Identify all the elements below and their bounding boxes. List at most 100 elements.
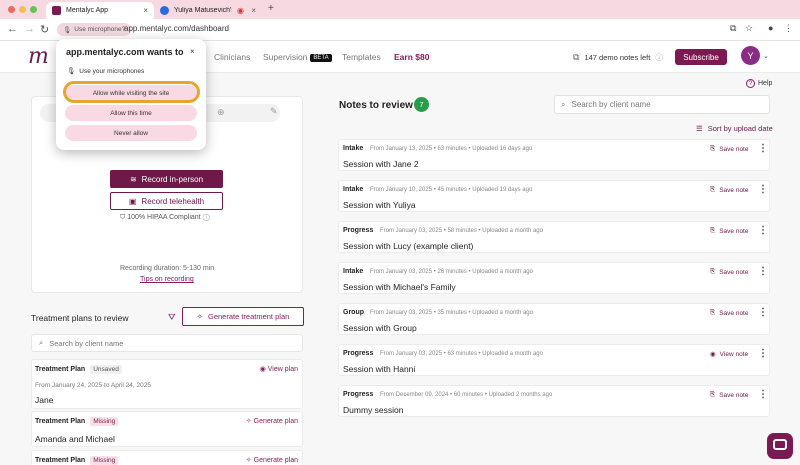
generate-plan-link[interactable]: ✧ Generate plan <box>246 456 298 464</box>
info-icon[interactable]: ⓘ <box>203 214 210 221</box>
mentalyc-favicon-icon <box>52 6 61 15</box>
filter-icon[interactable]: ⛛ <box>168 312 176 323</box>
add-icon[interactable]: ⊕ <box>217 107 225 118</box>
more-options-icon[interactable]: ⋮ <box>758 307 768 318</box>
generate-plan-link[interactable]: ✧ Generate plan <box>246 417 298 425</box>
note-meta: From January 03, 2025 • 63 minutes • Upl… <box>380 351 543 357</box>
save-note-button[interactable]: ⎘ Save note <box>710 186 748 194</box>
tab-title: Mentalyc App <box>66 7 109 14</box>
minimize-window-icon[interactable] <box>19 6 26 13</box>
more-options-icon[interactable]: ⋮ <box>758 389 768 400</box>
sort-dropdown[interactable]: ☰ Sort by upload date <box>696 124 773 133</box>
treatment-plan-search-input[interactable]: ⌕ Search by client name <box>31 334 303 352</box>
more-options-icon[interactable]: ⋮ <box>758 266 768 277</box>
microphone-icon: 🎙 <box>67 68 76 75</box>
note-row[interactable]: Intake From January 13, 2025 • 63 minute… <box>338 139 770 171</box>
more-options-icon[interactable]: ⋮ <box>758 225 768 236</box>
view-note-button[interactable]: ◉ View note <box>710 350 749 359</box>
nav-earn[interactable]: Earn $80 <box>394 52 429 62</box>
note-row[interactable]: Group From January 03, 2025 • 35 minutes… <box>338 303 770 335</box>
back-icon[interactable]: ← <box>7 23 18 35</box>
tab-zoom[interactable]: Yuliya Matusevich's Zoom ◉ × <box>154 2 262 19</box>
hipaa-note: ⛉ 100% HIPAA Compliant ⓘ <box>120 214 210 222</box>
view-plan-link[interactable]: ◉ View plan <box>260 365 298 373</box>
never-allow-button[interactable]: Never allow <box>65 125 197 141</box>
save-note-button[interactable]: ⎘ Save note <box>710 227 748 235</box>
note-action-label: View note <box>719 350 749 358</box>
new-tab-button[interactable]: + <box>268 3 274 14</box>
note-type: Intake <box>343 186 364 193</box>
note-row[interactable]: Intake From January 03, 2025 • 26 minute… <box>338 262 770 294</box>
profile-icon[interactable]: ● <box>768 23 773 33</box>
tips-link[interactable]: Tips on recording <box>140 276 194 283</box>
note-row[interactable]: Intake From January 10, 2025 • 45 minute… <box>338 180 770 212</box>
treatment-plan-label: Treatment Plan <box>35 366 86 373</box>
close-tab-icon[interactable]: × <box>251 6 256 15</box>
browser-menu-icon[interactable]: ⋮ <box>784 23 793 34</box>
generate-plan-label: Generate plan <box>253 457 298 464</box>
note-row[interactable]: Progress From January 03, 2025 • 58 minu… <box>338 221 770 253</box>
close-tab-icon[interactable]: × <box>143 6 148 15</box>
save-note-button[interactable]: ⎘ Save note <box>710 391 748 399</box>
save-note-button[interactable]: ⎘ Save note <box>710 309 748 317</box>
help-icon: ? <box>746 79 755 88</box>
allow-this-time-button[interactable]: Allow this time <box>65 105 197 121</box>
note-meta: From January 13, 2025 • 63 minutes • Upl… <box>370 146 533 152</box>
notes-count-badge: 7 <box>414 97 429 112</box>
url-field[interactable]: app.mentalyc.com/dashboard <box>124 24 229 33</box>
note-type: Progress <box>343 391 374 398</box>
treatment-plan-card[interactable]: Treatment Plan Missing ✧ Generate plan <box>31 450 303 465</box>
zoom-favicon-icon <box>160 6 169 15</box>
mentalyc-logo[interactable]: m <box>28 44 49 69</box>
save-note-button[interactable]: ⎘ Save note <box>710 268 748 276</box>
note-meta: From January 03, 2025 • 35 minutes • Upl… <box>370 310 533 316</box>
avatar[interactable]: Y <box>741 46 760 65</box>
eye-icon: ◉ <box>259 366 266 373</box>
generate-plan-label: Generate plan <box>253 418 298 425</box>
more-options-icon[interactable]: ⋮ <box>758 143 768 154</box>
generate-treatment-plan-button[interactable]: ✧ Generate treatment plan <box>182 307 304 326</box>
tab-mentalyc[interactable]: Mentalyc App × <box>46 2 154 19</box>
reload-icon[interactable]: ↻ <box>40 23 49 36</box>
note-title: Dummy session <box>343 405 404 415</box>
close-popup-button[interactable]: × <box>190 47 195 56</box>
note-type: Intake <box>343 268 364 275</box>
client-name: Jane <box>35 395 54 405</box>
record-telehealth-button[interactable]: ▣ Record telehealth <box>110 192 223 210</box>
treatment-plan-card[interactable]: Treatment Plan Unsaved ◉ View plan From … <box>31 359 303 409</box>
subscribe-button[interactable]: Subscribe <box>675 49 727 65</box>
treatment-plan-card[interactable]: Treatment Plan Missing ✧ Generate plan A… <box>31 411 303 447</box>
info-icon[interactable]: ⓘ <box>655 52 663 63</box>
more-options-icon[interactable]: ⋮ <box>758 184 768 195</box>
install-app-icon[interactable]: ⧉ <box>730 23 736 34</box>
note-action-label: Save note <box>719 186 749 194</box>
note-meta: From January 03, 2025 • 26 minutes • Upl… <box>370 269 533 275</box>
treatment-plan-label: Treatment Plan <box>35 418 86 425</box>
note-title: Session with Group <box>343 323 417 333</box>
maximize-window-icon[interactable] <box>30 6 37 13</box>
popup-request: 🎙 Use your microphones <box>67 67 144 76</box>
treatment-plan-dates: From January 24, 2025 to April 24, 2025 <box>35 382 151 389</box>
close-window-icon[interactable] <box>8 6 15 13</box>
nav-clinicians[interactable]: Clinicians <box>214 52 250 62</box>
note-row[interactable]: Progress From January 03, 2025 • 63 minu… <box>338 344 770 376</box>
microphone-permission-chip[interactable]: 🎙 Use microphone? <box>57 23 132 36</box>
record-in-person-button[interactable]: ≋ Record in-person <box>110 170 223 188</box>
edit-icon[interactable]: ✎ <box>270 106 278 117</box>
demo-notes-counter: ⧉ 147 demo notes left ⓘ <box>573 52 663 63</box>
notes-search-input[interactable]: ⌕ Search by client name <box>554 95 770 114</box>
nav-templates[interactable]: Templates <box>342 52 381 62</box>
save-note-button[interactable]: ⎘ Save note <box>710 145 748 153</box>
nav-supervision[interactable]: Supervision BETA <box>263 52 332 62</box>
note-action-label: Save note <box>719 145 749 153</box>
chat-icon <box>773 439 787 450</box>
search-icon: ⌕ <box>39 338 44 347</box>
treatment-plan-header: Treatment Plan Missing <box>35 456 119 465</box>
note-row[interactable]: Progress From December 09, 2024 • 60 min… <box>338 385 770 417</box>
more-options-icon[interactable]: ⋮ <box>758 348 768 359</box>
help-link[interactable]: ? Help <box>746 79 772 88</box>
forward-icon[interactable]: → <box>24 23 35 35</box>
chat-widget-button[interactable] <box>767 433 793 459</box>
chevron-down-icon[interactable]: ⌄ <box>763 52 769 60</box>
bookmark-star-icon[interactable]: ☆ <box>745 23 753 34</box>
